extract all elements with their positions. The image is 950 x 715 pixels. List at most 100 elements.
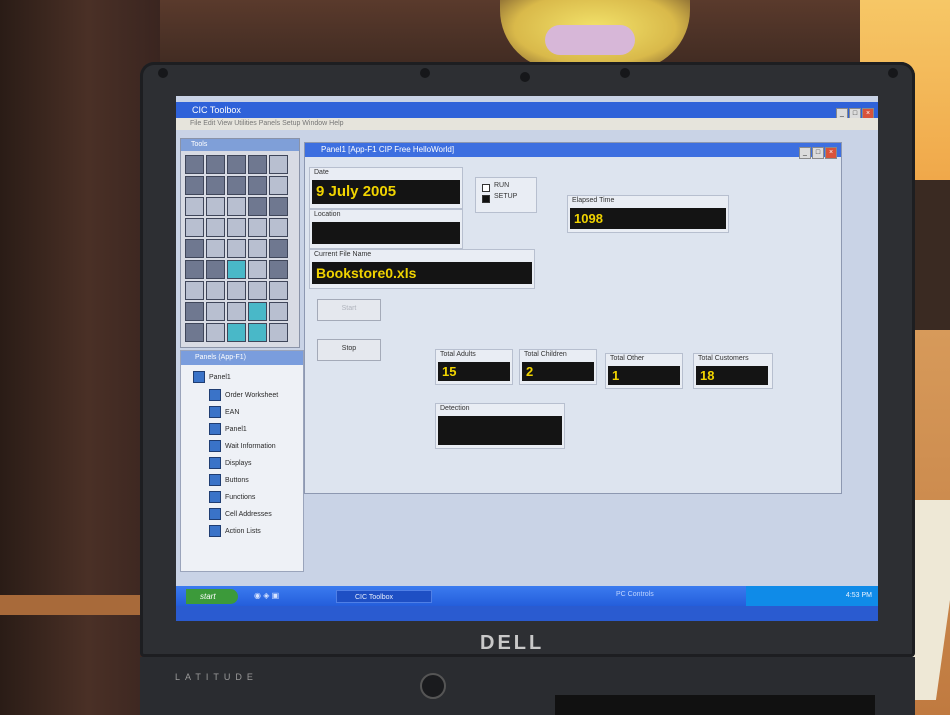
tool-icon[interactable] (269, 302, 288, 321)
keyboard-keys (555, 695, 875, 715)
tool-icon[interactable] (185, 176, 204, 195)
detection-display (438, 416, 562, 445)
tool-icon[interactable] (206, 260, 225, 279)
tree-root[interactable]: Panel1 (193, 371, 231, 385)
tool-icon[interactable] (206, 302, 225, 321)
tree-title[interactable]: Panels (App-F1) (181, 351, 303, 365)
tool-icon[interactable] (227, 281, 246, 300)
tool-icon[interactable] (269, 239, 288, 258)
tree-item[interactable]: EAN (209, 406, 239, 420)
app-title: CIC Toolbox (192, 105, 241, 115)
tree-item[interactable]: Order Worksheet (209, 389, 278, 403)
tool-icon[interactable] (248, 239, 267, 258)
total-customers-display: 18 (696, 366, 768, 385)
tool-icon[interactable] (185, 197, 204, 216)
tool-icon[interactable] (227, 176, 246, 195)
setup-radio-label: SETUP (494, 193, 518, 200)
tree-item[interactable]: Panel1 (209, 423, 247, 437)
tool-icon[interactable] (206, 155, 225, 174)
app-titlebar[interactable]: CIC Toolbox _ □ × (176, 102, 878, 120)
tree-item-label: Buttons (225, 477, 249, 484)
tool-icon[interactable] (227, 302, 246, 321)
taskbar-item-cic-toolbox[interactable]: CIC Toolbox (336, 590, 432, 603)
tree-item-label: Order Worksheet (225, 392, 279, 399)
notification-text: PC Controls (616, 591, 654, 598)
tree-item-label: Wait Information (225, 443, 276, 450)
tool-icon[interactable] (227, 323, 246, 342)
tool-icon[interactable] (185, 239, 204, 258)
minimize-icon[interactable]: _ (799, 147, 811, 159)
tree-item[interactable]: Functions (209, 491, 255, 505)
info-icon (209, 440, 221, 453)
location-label: Location (314, 211, 341, 218)
menu-bar[interactable]: File Edit View Utilities Panels Setup Wi… (176, 118, 878, 130)
run-radio[interactable] (482, 184, 490, 192)
tree-item-label: Displays (225, 460, 252, 467)
tool-icon[interactable] (206, 197, 225, 216)
tool-icon[interactable] (248, 323, 267, 342)
close-icon[interactable]: × (825, 147, 837, 159)
tool-icon[interactable] (185, 323, 204, 342)
tool-icon[interactable] (206, 218, 225, 237)
total-adults-display: 15 (438, 362, 510, 381)
total-children-display: 2 (522, 362, 594, 381)
tool-icon[interactable] (269, 281, 288, 300)
tool-icon[interactable] (185, 155, 204, 174)
tool-icon[interactable] (185, 281, 204, 300)
tool-icon[interactable] (227, 239, 246, 258)
tool-icon[interactable] (206, 323, 225, 342)
tool-icon[interactable] (227, 260, 246, 279)
tool-icon[interactable] (227, 197, 246, 216)
tree-item-label: Cell Addresses (225, 511, 272, 518)
total-children-group: Total Children 2 (519, 349, 597, 385)
quick-launch-icons[interactable]: ◉ ◈ ▣ (254, 591, 279, 600)
maximize-icon[interactable]: □ (812, 147, 824, 159)
tool-icon[interactable] (185, 260, 204, 279)
tree-item[interactable]: Cell Addresses (209, 508, 272, 522)
tool-icon[interactable] (227, 218, 246, 237)
run-radio-label: RUN (494, 182, 510, 189)
stop-button[interactable]: Stop (317, 339, 381, 361)
tree-item[interactable]: Displays (209, 457, 251, 471)
tool-icon[interactable] (248, 197, 267, 216)
worksheet-icon (209, 389, 221, 402)
tool-icon[interactable] (227, 155, 246, 174)
tree-item-label: EAN (225, 409, 240, 416)
tree-item[interactable]: Buttons (209, 474, 249, 488)
total-customers-label: Total Customers (698, 355, 749, 362)
tree-root-label: Panel1 (209, 374, 231, 381)
tool-icon[interactable] (206, 281, 225, 300)
system-tray-clock[interactable]: 4:53 PM (746, 586, 878, 606)
tree-item[interactable]: Wait Information (209, 440, 276, 454)
tool-icon[interactable] (185, 218, 204, 237)
tool-icon[interactable] (248, 176, 267, 195)
tool-icon[interactable] (248, 260, 267, 279)
start-button-taskbar[interactable]: start (186, 589, 238, 604)
setup-radio[interactable] (482, 195, 490, 203)
panel-titlebar[interactable]: Panel1 [App-F1 CIP Free HelloWorld] _ □ × (305, 143, 841, 159)
tool-icon[interactable] (269, 197, 288, 216)
tool-icon[interactable] (269, 260, 288, 279)
tool-icon[interactable] (269, 176, 288, 195)
tool-icon[interactable] (248, 281, 267, 300)
display-icon (209, 457, 221, 470)
mode-radio-group: RUN SETUP (475, 177, 537, 213)
tree-item-label: Action Lists (225, 528, 261, 535)
start-button[interactable]: Start (317, 299, 381, 321)
tool-icon[interactable] (248, 302, 267, 321)
function-icon (209, 491, 221, 504)
panel-icon (209, 423, 221, 436)
power-button[interactable] (420, 673, 446, 699)
tool-icon[interactable] (269, 155, 288, 174)
tool-icon[interactable] (206, 176, 225, 195)
tool-icon[interactable] (269, 218, 288, 237)
tool-icon[interactable] (185, 302, 204, 321)
tools-title[interactable]: Tools (181, 139, 299, 151)
tool-icon[interactable] (248, 155, 267, 174)
tool-icon[interactable] (248, 218, 267, 237)
bezel-bump (620, 68, 630, 78)
tool-icon[interactable] (206, 239, 225, 258)
tool-icon[interactable] (269, 323, 288, 342)
total-other-display: 1 (608, 366, 680, 385)
tree-item[interactable]: Action Lists (209, 525, 261, 539)
